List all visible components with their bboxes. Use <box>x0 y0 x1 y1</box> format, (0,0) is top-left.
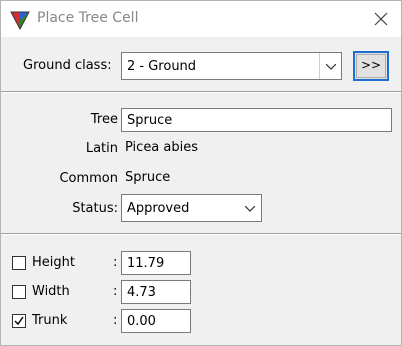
ground-class-dropdown-arrow[interactable] <box>319 53 341 79</box>
ground-class-select[interactable]: 2 - Ground <box>121 52 342 80</box>
close-icon <box>374 12 388 26</box>
width-colon: : <box>113 284 118 299</box>
chevron-down-icon <box>245 206 255 212</box>
height-colon: : <box>113 255 118 270</box>
close-button[interactable] <box>361 1 401 37</box>
width-checkbox[interactable] <box>12 285 26 299</box>
tree-cell-app-icon <box>10 10 30 31</box>
divider <box>1 91 401 93</box>
more-options-label: >> <box>360 58 382 72</box>
status-value: Approved <box>127 201 190 216</box>
height-field[interactable] <box>121 251 191 275</box>
tree-label: Tree <box>90 112 118 127</box>
window-title: Place Tree Cell <box>37 10 139 26</box>
ground-class-label: Ground class: <box>23 58 112 73</box>
more-options-button[interactable]: >> <box>353 51 389 81</box>
status-dropdown-arrow[interactable] <box>239 195 261 221</box>
trunk-label[interactable]: Trunk <box>32 313 67 328</box>
common-label: Common <box>59 171 118 186</box>
title-bar[interactable]: Place Tree Cell <box>1 1 401 37</box>
height-label[interactable]: Height <box>32 255 75 270</box>
status-select[interactable]: Approved <box>121 194 262 222</box>
width-label[interactable]: Width <box>32 284 70 299</box>
latin-value: Picea abies <box>125 140 199 155</box>
ground-class-value: 2 - Ground <box>127 59 197 74</box>
chevron-down-icon <box>326 64 336 70</box>
trunk-colon: : <box>113 313 118 328</box>
trunk-field[interactable] <box>121 309 191 333</box>
place-tree-cell-dialog: Place Tree Cell Ground class: 2 - Ground… <box>0 0 402 346</box>
divider <box>1 233 401 235</box>
tree-name-field[interactable] <box>121 108 392 132</box>
width-field[interactable] <box>121 280 191 304</box>
common-value: Spruce <box>125 170 171 185</box>
latin-label: Latin <box>85 141 118 156</box>
height-checkbox[interactable] <box>12 256 26 270</box>
trunk-checkbox[interactable] <box>12 314 26 328</box>
checkmark-icon <box>14 316 24 326</box>
status-label: Status: <box>72 201 118 216</box>
